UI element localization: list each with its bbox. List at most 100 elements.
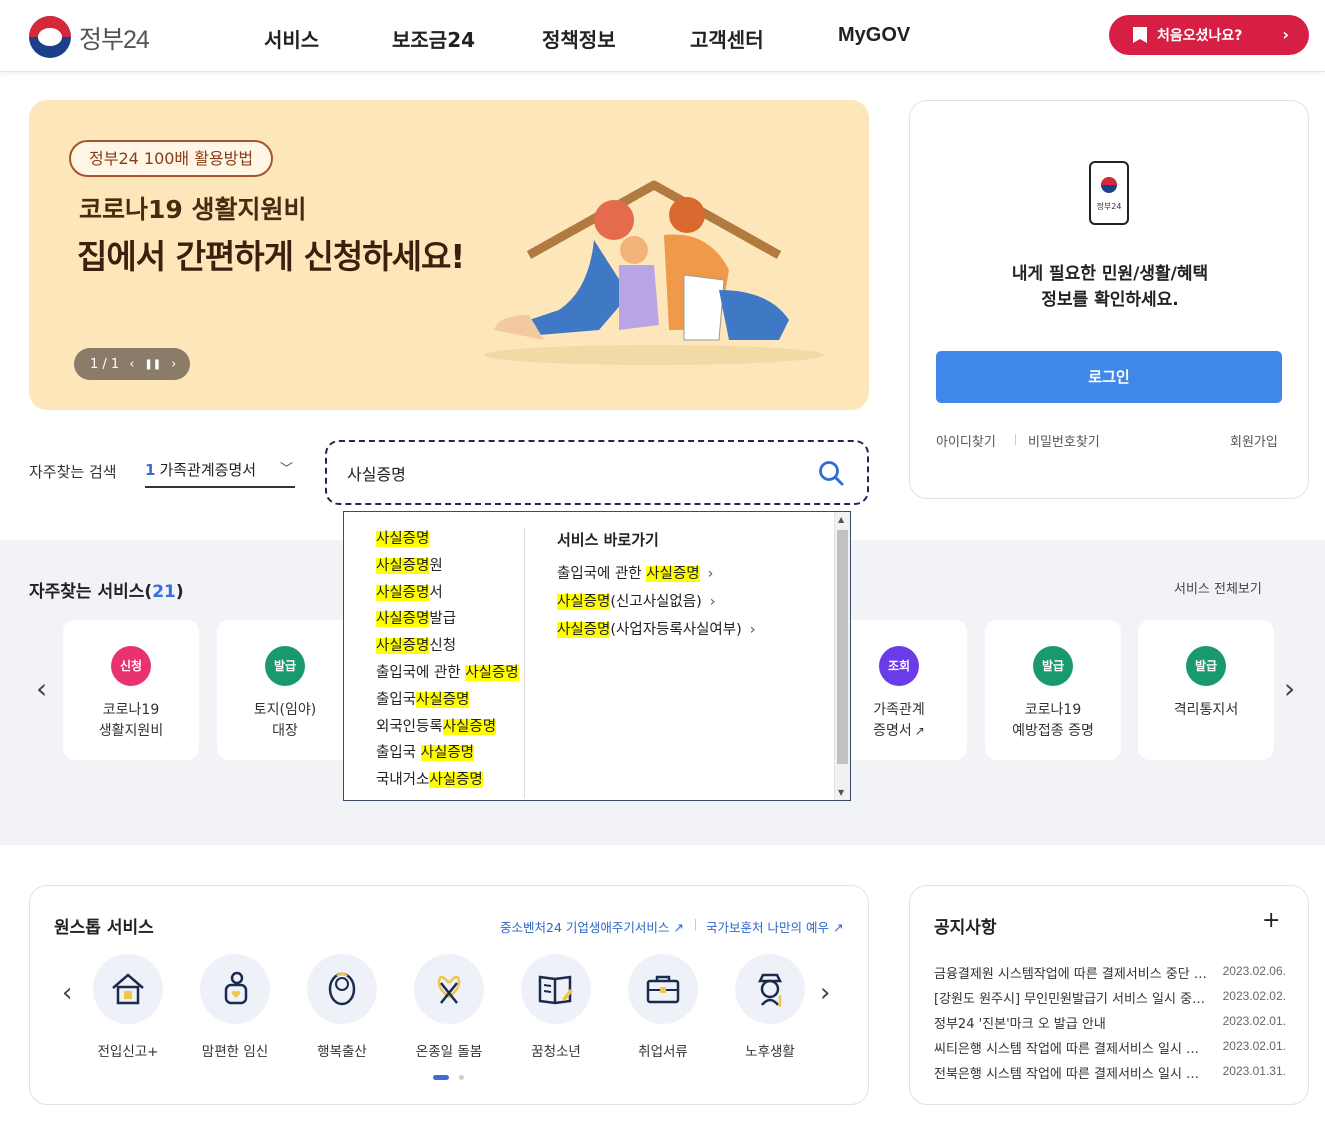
- signup-link[interactable]: 회원가입: [1230, 431, 1278, 450]
- nav-customer-center[interactable]: 고객센터: [690, 24, 764, 53]
- nav-subsidy24[interactable]: 보조금24: [392, 24, 475, 53]
- main-banner[interactable]: 정부24 100배 활용방법 코로나19 생활지원비 집에서 간편하게 신청하세…: [29, 100, 869, 410]
- suffix: 발급: [429, 611, 457, 628]
- services-next-icon[interactable]: ›: [1284, 672, 1295, 705]
- smes-link-label: 중소벤처24 기업생애주기서비스: [500, 920, 670, 935]
- autocomplete-item[interactable]: 출입국에 관한 사실증명: [376, 660, 526, 687]
- onestop-item[interactable]: 맘편한 임신: [195, 954, 275, 1060]
- service-badge: 발급: [265, 646, 305, 686]
- carousel-dot-active[interactable]: [433, 1075, 449, 1080]
- onestop-item[interactable]: 취업서류: [623, 954, 703, 1060]
- first-visit-button[interactable]: 처음오셨나요? ›: [1109, 15, 1309, 55]
- frequent-search-select[interactable]: 1 가족관계증명서 ﹀: [145, 452, 295, 488]
- shortcut-item[interactable]: 출입국에 관한 사실증명 ›: [557, 562, 713, 583]
- smes-link[interactable]: 중소벤처24 기업생애주기서비스 ↗: [500, 917, 684, 936]
- nav-policy-info[interactable]: 정책정보: [542, 24, 616, 53]
- autocomplete-item[interactable]: 출입국 사실증명: [376, 740, 526, 767]
- service-name: 코로나19 예방접종 증명: [985, 700, 1121, 742]
- suffix: 신청: [429, 638, 457, 655]
- service-card[interactable]: 발급 코로나19 예방접종 증명: [985, 620, 1121, 760]
- elderly-icon: [757, 973, 783, 1007]
- view-all-services-link[interactable]: 서비스 전체보기: [1174, 578, 1262, 597]
- notice-row[interactable]: 씨티은행 시스템 작업에 따른 결제서비스 일시 중단 안내 2023.02.01…: [934, 1038, 1290, 1058]
- banner-next-icon[interactable]: ›: [171, 357, 176, 372]
- autocomplete-item[interactable]: 사실증명서: [376, 580, 526, 607]
- search-icon[interactable]: [817, 459, 845, 487]
- banner-prev-icon[interactable]: ‹: [129, 357, 134, 372]
- banner-subtitle: 코로나19 생활지원비: [79, 195, 307, 224]
- onestop-item[interactable]: 전입신고+: [88, 954, 168, 1060]
- shortcut-item[interactable]: 사실증명(사업자등록사실여부) ›: [557, 618, 756, 639]
- login-message: 내게 필요한 민원/생활/혜택 정보를 확인하세요.: [910, 261, 1310, 313]
- scrollbar-thumb[interactable]: [837, 530, 848, 764]
- highlight: 사실증명: [465, 664, 519, 681]
- autocomplete-item[interactable]: 사실증명신청: [376, 633, 526, 660]
- onestop-title: 원스톱 서비스: [54, 918, 154, 938]
- notice-row-title: 정부24 '진본'마크 오 발급 안내: [934, 1017, 1106, 1032]
- search-box: [325, 440, 869, 505]
- service-card[interactable]: 조회 가족관계 증명서 ↗: [831, 620, 967, 760]
- autocomplete-item[interactable]: 외국인등록사실증명: [376, 714, 526, 741]
- autocomplete-item[interactable]: 사실증명발급: [376, 606, 526, 633]
- link-divider: [695, 919, 696, 931]
- find-password-link[interactable]: 비밀번호찾기: [1028, 431, 1100, 450]
- service-name-line1: 토지(임야): [253, 702, 317, 718]
- onestop-item[interactable]: 온종일 돌봄: [409, 954, 489, 1060]
- suffix: 서: [429, 584, 443, 601]
- onestop-next-icon[interactable]: ›: [820, 978, 830, 1008]
- onestop-item-label: 꿈청소년: [531, 1044, 581, 1060]
- services-prev-icon[interactable]: ‹: [36, 672, 47, 705]
- bookmark-icon: [1133, 27, 1147, 43]
- chevron-right-icon: ›: [709, 594, 716, 610]
- autocomplete-item[interactable]: 사실증명: [376, 526, 526, 553]
- find-id-link[interactable]: 아이디찾기: [936, 431, 996, 450]
- prefix: 출입국에 관한: [376, 664, 466, 681]
- autocomplete-item[interactable]: 사실증명원: [376, 553, 526, 580]
- nav-mygov[interactable]: MyGOV: [838, 24, 910, 47]
- external-link-icon: ↗: [832, 920, 844, 935]
- link-divider: [1015, 434, 1016, 445]
- onestop-item-label: 전입신고+: [97, 1044, 159, 1060]
- banner-title: 집에서 간편하게 신청하세요!: [77, 237, 465, 276]
- autocomplete-item[interactable]: 출입국사실증명: [376, 687, 526, 714]
- notice-row[interactable]: 정부24 '진본'마크 오 발급 안내 2023.02.01.: [934, 1013, 1290, 1033]
- chevron-right-icon: ›: [749, 622, 756, 638]
- autocomplete-dropdown: 사실증명 사실증명원 사실증명서 사실증명발급 사실증명신청 출입국에 관한 사…: [343, 511, 851, 801]
- notice-row-date: 2023.02.01.: [1222, 1039, 1286, 1053]
- veterans-link[interactable]: 국가보훈처 나만의 예우 ↗: [706, 917, 843, 936]
- onestop-item[interactable]: 행복출산: [302, 954, 382, 1060]
- onestop-item[interactable]: 노후생활: [730, 954, 810, 1060]
- notice-row[interactable]: 전북은행 시스템 작업에 따른 결제서비스 일시 중단 안내 2023.01.31…: [934, 1063, 1290, 1083]
- service-name-line1: 코로나19: [102, 702, 160, 718]
- service-name-line1: 격리통지서: [1173, 702, 1239, 718]
- service-badge: 발급: [1186, 646, 1226, 686]
- autocomplete-list: 사실증명 사실증명원 사실증명서 사실증명발급 사실증명신청 출입국에 관한 사…: [376, 526, 526, 794]
- dropdown-scrollbar[interactable]: ▲ ▼: [834, 512, 850, 800]
- service-name-line2: 증명서: [873, 723, 912, 739]
- scroll-down-icon[interactable]: ▼: [838, 788, 844, 797]
- notice-row[interactable]: 금융결제원 시스템작업에 따른 결제서비스 중단 안내 2023.02.06.: [934, 963, 1290, 983]
- notice-row[interactable]: [강원도 원주시] 무인민원발급기 서비스 일시 중지 안내 2023.02.02…: [934, 988, 1290, 1008]
- notice-row-title: 전북은행 시스템 작업에 따른 결제서비스 일시 중단 안내: [934, 1067, 1208, 1082]
- scroll-up-icon[interactable]: ▲: [838, 515, 844, 524]
- notice-row-date: 2023.02.02.: [1222, 989, 1286, 1003]
- site-logo-text[interactable]: 정부24: [79, 20, 150, 56]
- onestop-item-label: 행복출산: [317, 1044, 367, 1060]
- login-button[interactable]: 로그인: [936, 351, 1282, 403]
- notice-title: 공지사항: [934, 918, 997, 938]
- service-card[interactable]: 발급 격리통지서: [1138, 620, 1274, 760]
- banner-pause-icon[interactable]: ❚❚: [144, 359, 161, 370]
- autocomplete-item[interactable]: 국내거소사실증명: [376, 767, 526, 794]
- onestop-item[interactable]: 꿈청소년: [516, 954, 596, 1060]
- nav-services[interactable]: 서비스: [264, 24, 319, 53]
- service-card[interactable]: 신청 코로나19 생활지원비: [63, 620, 199, 760]
- service-card[interactable]: 발급 토지(임야) 대장: [217, 620, 353, 760]
- shortcut-item[interactable]: 사실증명(신고사실없음) ›: [557, 590, 716, 611]
- login-message-line2: 정보를 확인하세요.: [1041, 290, 1179, 310]
- search-input[interactable]: [347, 454, 807, 492]
- onestop-prev-icon[interactable]: ‹: [62, 978, 72, 1008]
- taegeuk-logo-icon[interactable]: [29, 16, 71, 58]
- carousel-dot[interactable]: [459, 1075, 464, 1080]
- plus-icon[interactable]: +: [1262, 908, 1280, 933]
- service-name: 격리통지서: [1138, 700, 1274, 721]
